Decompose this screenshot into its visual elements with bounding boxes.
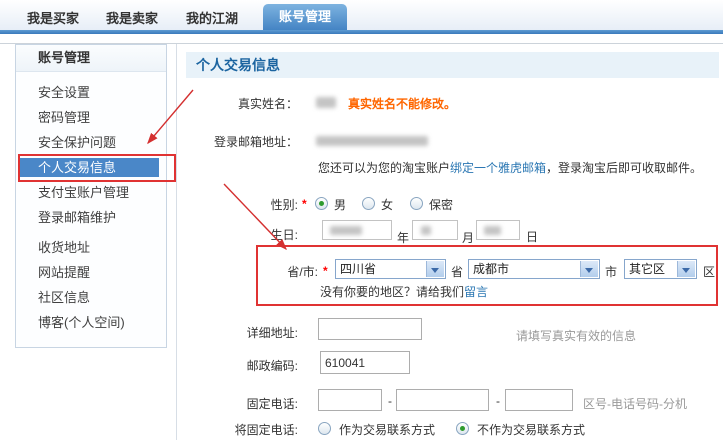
- phone-use-label: 将固定电话:: [234, 423, 298, 437]
- district-select[interactable]: 其它区: [624, 259, 697, 279]
- real-name-label: 真实姓名：: [237, 97, 298, 111]
- sidebar-item-password[interactable]: 密码管理: [16, 105, 166, 130]
- phone-separator-1: -: [388, 394, 392, 408]
- gender-male-label: 男: [334, 198, 347, 212]
- province-selected-value: 四川省: [340, 262, 377, 276]
- top-tab-bar: 我是买家 我是卖家 我的江湖 账号管理: [0, 0, 723, 30]
- province-select[interactable]: 四川省: [335, 259, 446, 279]
- gender-female-radio[interactable]: [362, 197, 375, 210]
- city-select[interactable]: 成都市: [468, 259, 600, 279]
- gender-secret-label: 保密: [429, 198, 454, 212]
- region-label: 省/市:: [287, 265, 318, 279]
- phone-label: 固定电话:: [246, 397, 298, 411]
- gender-required-asterisk: *: [302, 197, 307, 211]
- email-helper-post: ，登录淘宝后即可收取邮件。: [546, 161, 703, 175]
- tab-jianghu[interactable]: 我的江湖: [186, 8, 238, 27]
- chevron-down-icon[interactable]: [677, 261, 695, 277]
- email-label: 登录邮箱地址：: [213, 135, 298, 149]
- birthday-month-input[interactable]: [412, 220, 458, 240]
- phone-not-as-contact-label: 不作为交易联系方式: [477, 423, 586, 437]
- page-title: 个人交易信息: [186, 52, 719, 78]
- real-name-note: 真实姓名不能修改。: [348, 97, 457, 111]
- sidebar-item-alipay-account[interactable]: 支付宝账户管理: [16, 180, 166, 205]
- address-hint: 请填写真实有效的信息: [516, 329, 637, 343]
- phone-extension-input[interactable]: [505, 389, 573, 411]
- birthday-label: 生日:: [270, 228, 298, 242]
- address-label: 详细地址:: [246, 326, 298, 340]
- region-note: 没有你要的地区？请给我们留言: [320, 283, 488, 300]
- phone-number-input[interactable]: [396, 389, 489, 411]
- birthday-year-unit: 年: [397, 231, 410, 245]
- gender-label: 性别:: [270, 198, 298, 212]
- sidebar-list: 安全设置 密码管理 安全保护问题 个人交易信息 支付宝账户管理 登录邮箱维护 收…: [16, 72, 166, 335]
- leave-message-link[interactable]: 留言: [464, 285, 488, 299]
- postcode-input[interactable]: [320, 351, 410, 374]
- postcode-label: 邮政编码:: [246, 359, 298, 373]
- sidebar-header: 账号管理: [16, 45, 166, 72]
- birthday-year-redacted: [330, 226, 362, 235]
- phone-use-as-contact-label: 作为交易联系方式: [339, 423, 436, 437]
- birthday-month-unit: 月: [462, 231, 475, 245]
- sidebar-item-personal-trade-info[interactable]: 个人交易信息: [20, 158, 159, 177]
- sidebar: 账号管理 安全设置 密码管理 安全保护问题 个人交易信息 支付宝账户管理 登录邮…: [15, 44, 167, 348]
- sidebar-item-shipping-address[interactable]: 收货地址: [16, 235, 166, 260]
- phone-area-code-input[interactable]: [318, 389, 382, 411]
- sidebar-item-site-alerts[interactable]: 网站提醒: [16, 260, 166, 285]
- chevron-down-icon[interactable]: [580, 261, 598, 277]
- email-helper: 您还可以为您的淘宝账户绑定一个雅虎邮箱，登录淘宝后即可收取邮件。: [318, 159, 702, 176]
- district-suffix: 区: [703, 265, 716, 279]
- gender-male-radio[interactable]: [315, 197, 328, 210]
- birthday-day-redacted: [484, 226, 501, 235]
- tab-account-management[interactable]: 账号管理: [263, 4, 347, 30]
- real-name-redacted-value: [316, 97, 336, 108]
- region-note-pre: 没有你要的地区？请给我们: [320, 285, 465, 299]
- tab-bar-underline: [0, 30, 723, 34]
- email-redacted-value: [316, 136, 428, 146]
- province-suffix: 省: [451, 265, 464, 279]
- sidebar-item-blog[interactable]: 博客(个人空间): [16, 310, 166, 335]
- gender-female-label: 女: [381, 198, 394, 212]
- address-input[interactable]: [318, 318, 422, 340]
- birthday-month-redacted: [421, 226, 431, 235]
- phone-separator-2: -: [496, 394, 500, 408]
- birthday-day-unit: 日: [526, 230, 539, 244]
- region-required-asterisk: *: [323, 264, 328, 278]
- city-suffix: 市: [605, 265, 618, 279]
- sidebar-item-login-email[interactable]: 登录邮箱维护: [16, 205, 166, 230]
- tab-buyer[interactable]: 我是买家: [27, 8, 79, 27]
- sidebar-item-security-settings[interactable]: 安全设置: [16, 80, 166, 105]
- tab-seller[interactable]: 我是卖家: [106, 8, 158, 27]
- phone-not-as-contact-radio[interactable]: [456, 422, 469, 435]
- chevron-down-icon[interactable]: [426, 261, 444, 277]
- sidebar-item-community-info[interactable]: 社区信息: [16, 285, 166, 310]
- gender-secret-radio[interactable]: [410, 197, 423, 210]
- email-helper-pre: 您还可以为您的淘宝账户: [318, 161, 451, 175]
- city-selected-value: 成都市: [473, 262, 510, 276]
- phone-use-as-contact-radio[interactable]: [318, 422, 331, 435]
- phone-hint: 区号-电话号码-分机: [583, 397, 687, 411]
- sidebar-content-divider: [176, 44, 177, 440]
- bind-yahoo-mail-link[interactable]: 绑定一个雅虎邮箱: [450, 161, 546, 175]
- district-selected-value: 其它区: [629, 262, 666, 276]
- sidebar-item-security-questions[interactable]: 安全保护问题: [16, 130, 166, 155]
